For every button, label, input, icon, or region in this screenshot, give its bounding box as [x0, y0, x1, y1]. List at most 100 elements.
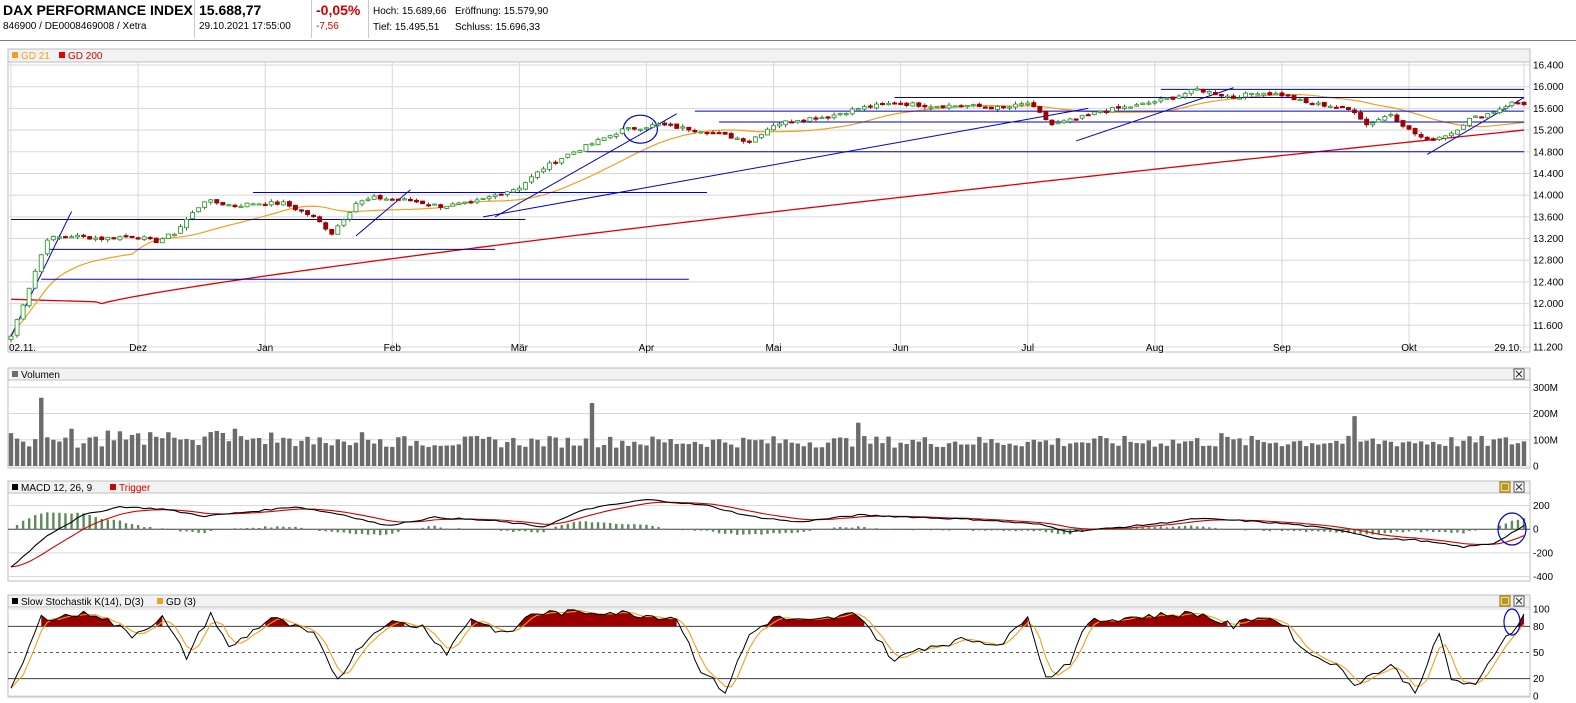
candle-body [565, 153, 571, 158]
macd-hist-bar [1183, 525, 1187, 530]
volume-bar [1400, 442, 1406, 466]
volume-bar [160, 438, 165, 466]
candle [583, 143, 589, 153]
volume-bar [178, 439, 183, 466]
candle-body [964, 105, 970, 108]
volume-bar [293, 446, 298, 466]
macd-hist-bar [1062, 529, 1066, 535]
candle-body [1085, 114, 1091, 117]
volume-bar [880, 443, 885, 466]
volume-bar [1043, 440, 1049, 466]
candle-body [414, 199, 419, 203]
volume-bar [1092, 438, 1097, 466]
volume-bar [1491, 439, 1496, 466]
candle-body [81, 234, 87, 237]
volume-bar [208, 432, 213, 466]
volume-bar [1437, 444, 1442, 466]
volume-bar [365, 439, 371, 466]
macd-hist-bar [1262, 529, 1265, 531]
candle-body [1055, 122, 1061, 125]
volume-bar [517, 445, 522, 466]
volume-bar [1346, 435, 1351, 466]
candle-body [589, 143, 595, 146]
volume-bar [753, 440, 758, 466]
price-y-tick: 14.000 [1533, 191, 1564, 202]
legend-gd21-swatch [12, 52, 18, 58]
macd-hist-bar [578, 521, 582, 530]
candle-body [1382, 116, 1388, 121]
volume-bar [807, 442, 813, 466]
volume-bar [499, 447, 504, 466]
macd-hist-bar [784, 529, 787, 533]
volume-bar [1443, 445, 1448, 466]
volume-bar [656, 439, 661, 466]
stoch-close-button[interactable] [1513, 595, 1525, 607]
macd-settings-button[interactable] [1499, 481, 1511, 493]
candle-body [141, 236, 147, 240]
macd-hist-bar [263, 526, 267, 530]
macd-hist-bar [1141, 527, 1144, 530]
candle-body [171, 233, 177, 236]
candle-body [238, 205, 244, 209]
macd-hist-bar [1189, 525, 1193, 530]
candle-body [1255, 93, 1261, 96]
candle [722, 131, 728, 135]
macd-hist-bar [887, 529, 890, 530]
price-panel: 16.400 16.000 15.600 15.200 14.800 14.400 14.0… [7, 48, 1564, 354]
candle-body [75, 234, 81, 238]
macd-hist-bar [112, 519, 116, 530]
macd-hist-bar [657, 527, 660, 530]
candle-body [988, 106, 994, 110]
volume-bar [958, 444, 964, 466]
macd-hist-bar [1214, 527, 1217, 530]
volume-close-button[interactable] [1513, 368, 1525, 380]
candle-body [1418, 134, 1424, 138]
candle-body [468, 201, 474, 204]
volume-bar [1328, 442, 1333, 466]
candle-body [1019, 103, 1025, 106]
price-x-tick: Jul [1021, 343, 1034, 354]
macd-hist-bar [276, 526, 279, 530]
macd-hist-bar [427, 526, 430, 530]
candle-body [892, 102, 898, 105]
candle-body [783, 120, 789, 126]
candle [619, 127, 625, 135]
candle-body [1285, 94, 1291, 97]
volume-bar [1485, 445, 1490, 466]
candle [1467, 117, 1472, 128]
macd-hist-bar [1014, 529, 1017, 532]
volume-bar [1170, 439, 1176, 466]
candle [26, 287, 32, 308]
macd-close-button[interactable] [1513, 481, 1525, 493]
volume-bar [1194, 438, 1200, 466]
volume-bar [99, 446, 104, 466]
stoch-settings-button[interactable] [1499, 595, 1511, 607]
macd-hist-bar [978, 529, 981, 531]
stoch-y-axis: 100 80 50 20 0 [1533, 605, 1550, 703]
volume-bar [1285, 444, 1291, 466]
volume-bar [45, 437, 50, 466]
macd-hist-bar [711, 529, 715, 532]
macd-hist-bar [155, 528, 158, 530]
candle-body [765, 128, 770, 136]
macd-hist-bar [917, 529, 920, 530]
price-y-tick: 11.600 [1533, 321, 1563, 332]
volume-bar [353, 442, 359, 466]
candle-body [383, 198, 389, 201]
quote-header: DAX PERFORMANCE INDEX 846900 / DE0008469… [0, 0, 1576, 41]
candle-body [625, 127, 631, 130]
candle-body [456, 202, 462, 205]
macd-hist-bar [1226, 529, 1229, 530]
candle-body [668, 123, 674, 126]
volume-bar [565, 437, 570, 466]
stat-high: Hoch: 15.689,66 [373, 6, 447, 17]
candle-body [1291, 94, 1297, 101]
volume-bar [1152, 446, 1158, 466]
candle-body [716, 132, 722, 135]
volume-bar [559, 447, 564, 466]
macd-hist-bar [899, 529, 902, 530]
macd-hist-bar [148, 527, 152, 530]
volume-bar [57, 441, 62, 466]
legend-stochd: GD (3) [166, 597, 196, 608]
candle-body [916, 102, 922, 107]
